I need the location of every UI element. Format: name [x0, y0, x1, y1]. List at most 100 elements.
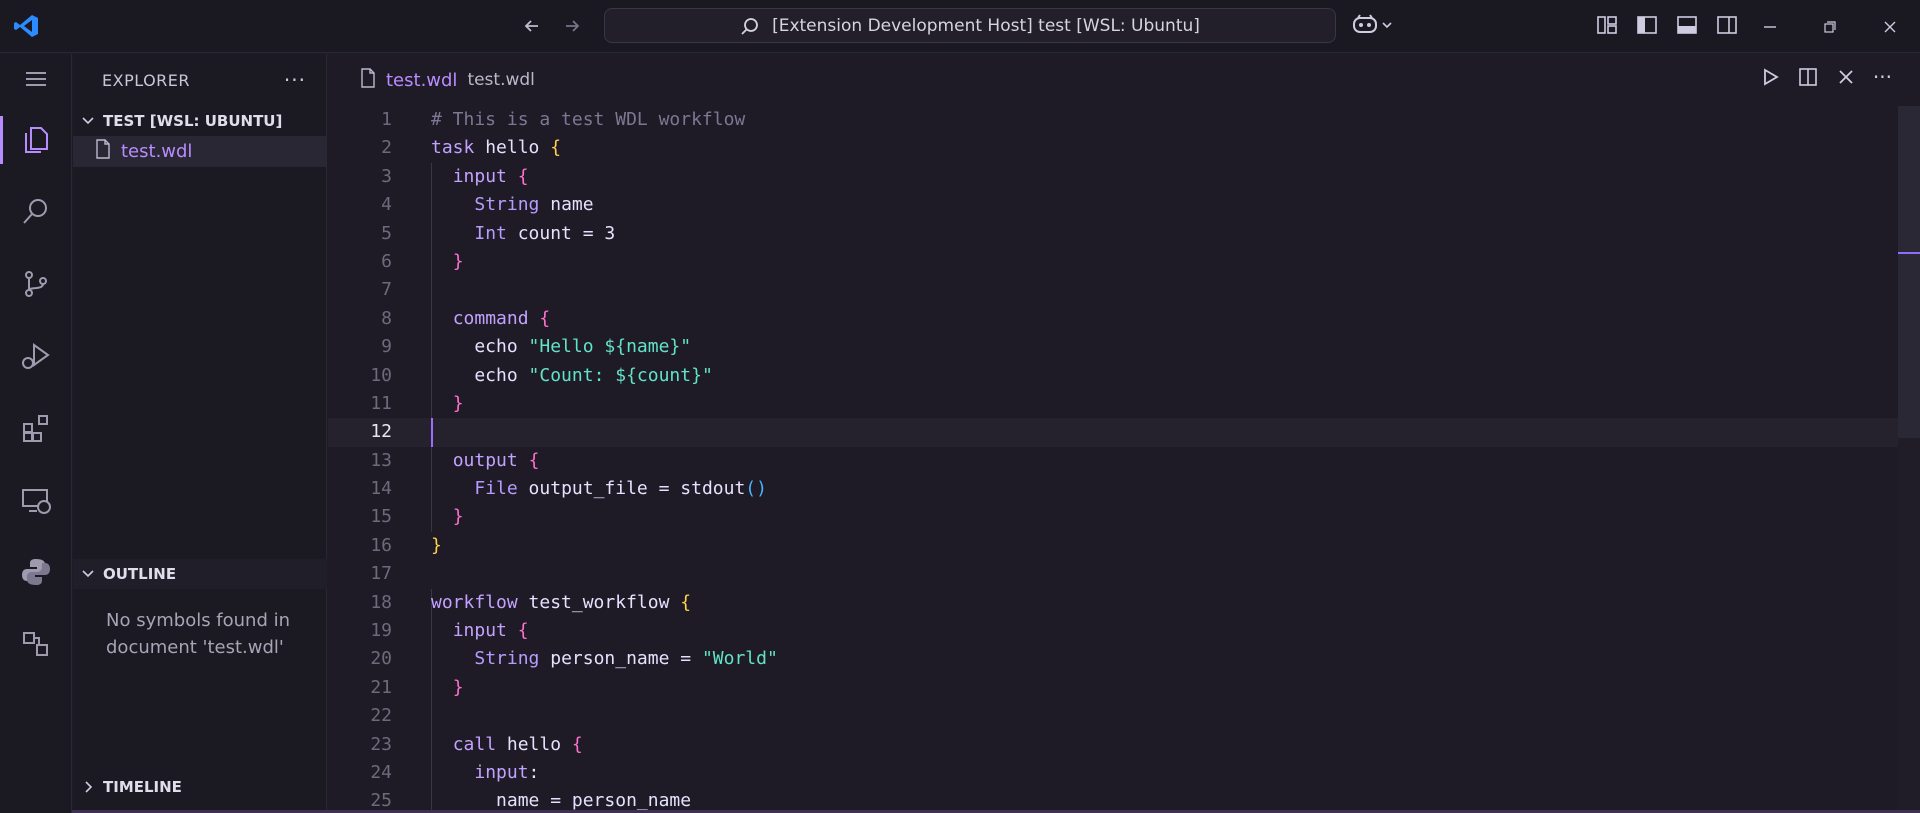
editor-scrollbar[interactable] [1898, 106, 1920, 813]
minimize-icon[interactable] [1740, 0, 1800, 53]
scroll-thumb[interactable] [1898, 106, 1920, 438]
search-sidebar-icon[interactable] [0, 176, 72, 248]
search-text: [Extension Development Host] test [WSL: … [772, 15, 1200, 36]
code-editor[interactable]: 1 # This is a test WDL workflow 2 task hell… [328, 106, 1920, 813]
editor-tabs: test.wdl test.wdl ··· [328, 54, 1920, 106]
timeline-section-header[interactable]: TIMELINE [73, 772, 327, 802]
vscode-window: [Extension Development Host] test [WSL: … [0, 0, 1920, 813]
code-token: input [452, 165, 507, 187]
code-line[interactable]: 12 [328, 418, 1920, 447]
code-token: count = 3 [506, 222, 616, 244]
code-token: { [571, 733, 583, 755]
line-number: 22 [370, 705, 392, 727]
code-token: hello [496, 733, 572, 755]
code-token: call [452, 733, 497, 755]
code-line[interactable]: 16} [328, 532, 1920, 560]
code-line[interactable]: 7 [328, 276, 1920, 304]
code-line[interactable]: 15 } [328, 503, 1920, 531]
code-line[interactable]: 4 String name [328, 191, 1920, 219]
code-token: { [517, 165, 529, 187]
more-editor-actions-icon[interactable]: ··· [1873, 66, 1892, 92]
back-arrow-icon[interactable] [518, 12, 546, 40]
code-line[interactable]: 24 input: [328, 759, 1920, 787]
code-token: { [517, 620, 529, 642]
command-center-search[interactable]: [Extension Development Host] test [WSL: … [604, 8, 1336, 43]
code-line[interactable]: 23 call hello { [328, 731, 1920, 759]
outline-section-header[interactable]: OUTLINE [73, 559, 327, 589]
explorer-sidebar: EXPLORER ··· TEST [WSL: UBUNTU] test.wdl… [73, 54, 327, 813]
forward-arrow-icon[interactable] [558, 12, 586, 40]
file-item-test-wdl[interactable]: test.wdl [73, 136, 326, 167]
code-line[interactable]: 20 String person_name = "World" [328, 645, 1920, 673]
code-line[interactable]: 18 workflow test_workflow { [328, 589, 1920, 617]
activity-bar [0, 54, 72, 813]
code-line[interactable]: 2 task hello { [328, 134, 1920, 162]
code-line[interactable]: 13 output { [328, 447, 1920, 475]
code-line[interactable]: 21 } [328, 674, 1920, 702]
scroll-position-marker [1898, 252, 1920, 254]
code-line[interactable]: 1 # This is a test WDL workflow [328, 106, 1920, 134]
code-line[interactable]: 8 command { [328, 305, 1920, 333]
code-line[interactable]: 14 File output_file = stdout() [328, 475, 1920, 503]
close-editor-icon[interactable] [1835, 66, 1857, 92]
code-line[interactable]: 22 [328, 702, 1920, 730]
line-content: echo "Hello ${name}" [431, 333, 691, 361]
line-number: 13 [370, 449, 392, 471]
code-token: () [745, 478, 767, 500]
toggle-secondary-sidebar-icon[interactable] [1716, 14, 1738, 40]
more-actions-icon[interactable]: ··· [284, 70, 306, 90]
outline-title: OUTLINE [103, 565, 177, 583]
run-icon[interactable] [1759, 66, 1781, 92]
line-content: input { [431, 617, 529, 645]
code-line[interactable]: 3 input { [328, 163, 1920, 191]
tab-test-wdl[interactable]: test.wdl test.wdl [328, 54, 535, 106]
code-line[interactable]: 10 echo "Count: ${count}" [328, 362, 1920, 390]
code-token: # This is a test WDL workflow [431, 109, 746, 130]
code-token: input [452, 620, 507, 642]
restore-icon[interactable] [1800, 0, 1860, 53]
line-number: 10 [370, 364, 392, 386]
code-token: { [528, 449, 540, 471]
code-token: test_workflow [517, 591, 681, 613]
toggle-primary-sidebar-icon[interactable] [1636, 14, 1658, 40]
code-line[interactable]: 9 echo "Hello ${name}" [328, 333, 1920, 361]
split-editor-icon[interactable] [1797, 66, 1819, 92]
line-content: File output_file = stdout() [431, 475, 767, 503]
line-content: } [431, 248, 464, 276]
line-content: command { [431, 305, 551, 333]
line-number: 16 [370, 534, 392, 556]
code-token: name [539, 194, 594, 216]
python-icon[interactable] [0, 536, 72, 608]
code-token: String [474, 648, 540, 670]
close-window-icon[interactable] [1860, 0, 1920, 53]
line-content: } [431, 674, 464, 702]
explorer-icon[interactable] [0, 104, 72, 176]
workspace-section-header[interactable]: TEST [WSL: UBUNTU] [73, 106, 326, 136]
code-line[interactable]: 19 input { [328, 617, 1920, 645]
tab-title: test.wdl [386, 69, 458, 91]
window-controls [1740, 0, 1920, 53]
remote-explorer-icon[interactable] [0, 464, 72, 536]
customize-layout-icon[interactable] [1596, 14, 1618, 40]
menu-icon[interactable] [0, 54, 72, 104]
run-debug-icon[interactable] [0, 320, 72, 392]
code-line[interactable]: 5 Int count = 3 [328, 220, 1920, 248]
toggle-panel-icon[interactable] [1676, 14, 1698, 40]
source-control-icon[interactable] [0, 248, 72, 320]
code-line[interactable]: 17 [328, 560, 1920, 588]
extensions-icon[interactable] [0, 392, 72, 464]
code-line[interactable]: 6 } [328, 248, 1920, 276]
code-line[interactable]: 11 } [328, 390, 1920, 418]
search-icon [740, 17, 758, 35]
code-token: output [452, 449, 518, 471]
code-token: : [528, 761, 540, 783]
code-token: hello [474, 137, 551, 159]
copilot-button[interactable] [1352, 13, 1394, 39]
line-number: 1 [381, 109, 392, 130]
explorer-title: EXPLORER [102, 70, 190, 90]
code-token: task [431, 137, 475, 159]
testing-icon[interactable] [0, 608, 72, 680]
code-token: echo [431, 336, 529, 358]
